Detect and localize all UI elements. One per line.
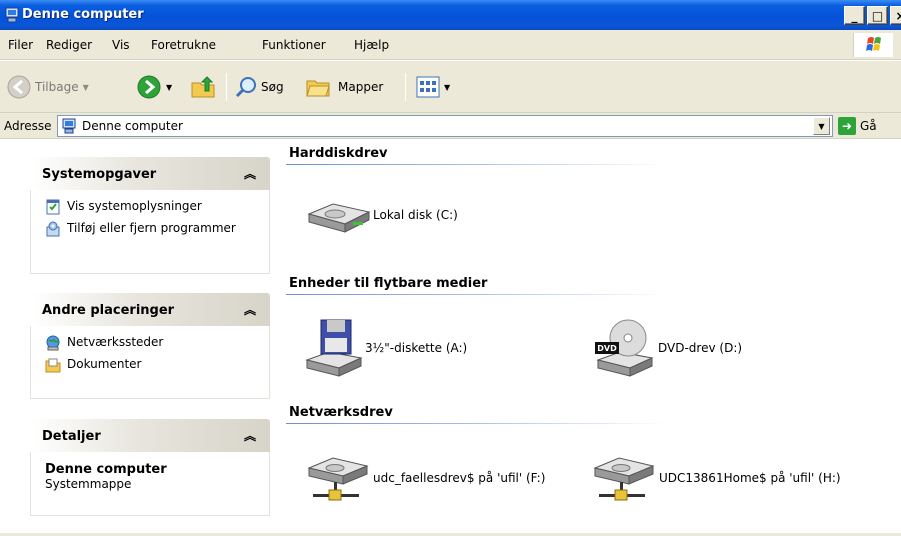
views-button[interactable]: ▼: [416, 71, 450, 103]
dvd-drive-icon: DVD: [595, 319, 654, 377]
drive-f[interactable]: udc_faellesdrev$ på 'ufil' (F:): [305, 446, 545, 510]
place-label: Dokumenter: [67, 357, 142, 371]
section-title-harddisks: Harddiskdrev: [289, 146, 388, 161]
details-title: Detaljer: [42, 429, 101, 444]
drive-label: udc_faellesdrev$ på 'ufil' (F:): [373, 471, 546, 485]
task-pane: Systemopgaver ︽ Vis systemoplysninger Ti…: [0, 140, 288, 536]
go-arrow-icon: ➜: [838, 117, 856, 135]
network-places-icon: [46, 335, 60, 351]
network-drive-icon: [593, 457, 655, 501]
drive-h[interactable]: UDC13861Home$ på 'ufil' (H:): [591, 446, 841, 510]
search-icon: [235, 77, 256, 98]
address-label: Adresse: [4, 119, 52, 133]
drive-label: 3½"-diskette (A:): [365, 341, 468, 355]
menu-bar: Filer Rediger Vis Foretrukne Funktioner …: [0, 30, 901, 60]
folders-label: Mapper: [338, 80, 384, 94]
chevron-down-icon[interactable]: ▼: [166, 83, 172, 92]
menu-rediger[interactable]: Rediger: [46, 38, 92, 52]
place-network[interactable]: Netværkssteder: [45, 334, 259, 351]
drive-label: Lokal disk (C:): [373, 208, 458, 222]
other-places-title: Andre placeringer: [42, 303, 175, 318]
maximize-button[interactable]: □: [867, 6, 888, 25]
go-button[interactable]: ➜ Gå: [838, 117, 877, 135]
menu-filer[interactable]: Filer: [8, 38, 33, 52]
documents-folder-icon: [45, 358, 61, 373]
add-remove-programs-icon: [46, 221, 60, 237]
menu-vis[interactable]: Vis: [112, 38, 130, 52]
other-places-header[interactable]: Andre placeringer ︽: [30, 293, 270, 326]
back-label: Tilbage: [35, 80, 79, 94]
computer-icon: [5, 7, 19, 23]
up-folder-button[interactable]: [189, 71, 217, 103]
close-button[interactable]: ×: [890, 6, 901, 25]
system-info-icon: [46, 199, 60, 215]
task-label: Tilføj eller fjern programmer: [67, 221, 236, 235]
window-title: Denne computer: [22, 7, 144, 22]
place-label: Netværkssteder: [67, 335, 164, 349]
folder-up-icon: [191, 76, 215, 98]
place-documents[interactable]: Dokumenter: [45, 356, 259, 373]
folders-icon: [306, 80, 330, 97]
search-button[interactable]: Søg: [234, 71, 284, 103]
task-add-remove-programs[interactable]: Tilføj eller fjern programmer: [45, 220, 259, 237]
address-field[interactable]: Denne computer ▼: [57, 115, 833, 137]
address-bar: Adresse Denne computer ▼ ➜ Gå: [0, 113, 901, 139]
details-header[interactable]: Detaljer ︽: [30, 419, 270, 452]
system-tasks-title: Systemopgaver: [42, 167, 157, 182]
details-type: Systemmappe: [45, 477, 132, 491]
section-divider: [286, 164, 666, 165]
menu-hjaelp[interactable]: Hjælp: [354, 38, 389, 52]
title-bar[interactable]: Denne computer _ □ ×: [0, 0, 901, 30]
forward-button[interactable]: ▼: [136, 71, 172, 103]
task-system-info[interactable]: Vis systemoplysninger: [45, 198, 259, 215]
system-tasks-group: Systemopgaver ︽ Vis systemoplysninger Ti…: [30, 157, 270, 274]
back-arrow-icon: [7, 75, 31, 99]
chevron-down-icon[interactable]: ▼: [83, 83, 89, 92]
collapse-chevron-icon[interactable]: ︽: [244, 165, 256, 182]
details-group: Detaljer ︽ Denne computer Systemmappe: [30, 419, 270, 516]
network-drive-icon: [307, 457, 369, 501]
toolbar: Tilbage ▼ ▼ Søg Mapper ▼: [0, 61, 901, 113]
go-label: Gå: [860, 119, 877, 133]
address-value: Denne computer: [82, 119, 183, 133]
drive-c[interactable]: Lokal disk (C:): [305, 184, 458, 246]
drive-a[interactable]: 3½"-diskette (A:): [303, 316, 467, 380]
views-icon: [416, 76, 440, 98]
folders-button[interactable]: Mapper: [304, 71, 383, 103]
windows-logo-icon: [853, 33, 893, 57]
drive-d[interactable]: DVD DVD-drev (D:): [594, 316, 742, 380]
chevron-down-icon[interactable]: ▼: [444, 83, 450, 92]
toolbar-separator: [405, 73, 406, 101]
forward-arrow-icon: [137, 75, 161, 99]
hard-disk-icon: [307, 203, 371, 233]
other-places-group: Andre placeringer ︽ Netværkssteder Dokum…: [30, 293, 270, 399]
menu-funktioner[interactable]: Funktioner: [262, 38, 326, 52]
menu-foretrukne[interactable]: Foretrukne: [151, 38, 216, 52]
section-title-network: Netværksdrev: [289, 405, 393, 420]
search-label: Søg: [261, 80, 284, 94]
drive-label: UDC13861Home$ på 'ufil' (H:): [659, 471, 841, 485]
back-button[interactable]: Tilbage ▼: [6, 71, 89, 103]
minimize-button[interactable]: _: [844, 6, 865, 25]
section-divider: [286, 294, 666, 295]
toolbar-separator: [226, 73, 227, 101]
collapse-chevron-icon[interactable]: ︽: [244, 301, 256, 318]
system-tasks-header[interactable]: Systemopgaver ︽: [30, 157, 270, 190]
svg-text:DVD: DVD: [597, 344, 617, 353]
collapse-chevron-icon[interactable]: ︽: [244, 427, 256, 444]
computer-icon: [62, 118, 76, 134]
drive-label: DVD-drev (D:): [658, 341, 743, 355]
address-dropdown-button[interactable]: ▼: [813, 117, 830, 135]
task-label: Vis systemoplysninger: [67, 199, 202, 213]
floppy-drive-icon: [305, 319, 363, 377]
details-name: Denne computer: [45, 462, 167, 477]
section-title-removable: Enheder til flytbare medier: [289, 276, 488, 291]
section-divider: [286, 423, 666, 424]
